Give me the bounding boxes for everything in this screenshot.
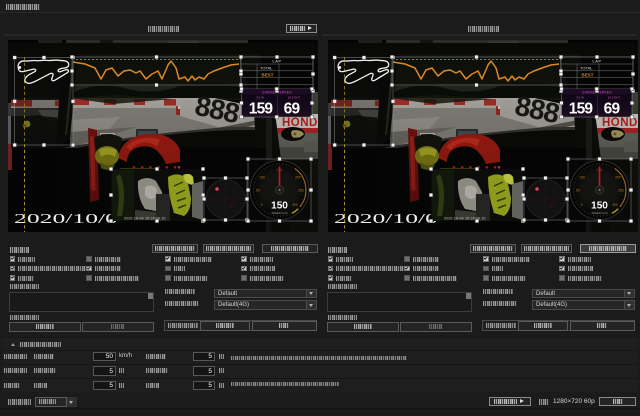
svg-text:50: 50 xyxy=(576,188,580,192)
svg-text:300: 300 xyxy=(612,203,618,207)
svg-text:250: 250 xyxy=(298,188,304,192)
svg-text:100: 100 xyxy=(259,175,265,179)
svg-text:TOTAL: TOTAL xyxy=(580,66,593,71)
svg-text:SPEED km/h: SPEED km/h xyxy=(271,211,288,215)
svg-text:2020/10/0: 2020/10/0 xyxy=(14,211,118,226)
svg-text:1G: 1G xyxy=(549,204,554,208)
svg-text:200: 200 xyxy=(615,175,621,179)
svg-text:3.5 IN: 3.5 IN xyxy=(256,96,263,100)
svg-text:BEST: BEST xyxy=(262,73,274,78)
svg-text:10.5 OUT: 10.5 OUT xyxy=(288,96,300,100)
svg-text:159: 159 xyxy=(249,101,274,118)
svg-text:10.5 OUT: 10.5 OUT xyxy=(608,96,620,100)
svg-text:1G: 1G xyxy=(229,204,234,208)
svg-text:2020/10/0: 2020/10/0 xyxy=(334,211,438,226)
svg-text:LAP: LAP xyxy=(272,59,281,64)
svg-text:3.5 IN: 3.5 IN xyxy=(576,96,583,100)
svg-text:2020-10-04 15:39:08.30: 2020-10-04 15:39:08.30 xyxy=(124,217,166,221)
svg-text:TOTAL: TOTAL xyxy=(260,66,273,71)
svg-text:LAP: LAP xyxy=(592,59,601,64)
svg-text:69: 69 xyxy=(284,101,301,118)
svg-text:200: 200 xyxy=(295,175,301,179)
svg-text:159: 159 xyxy=(569,101,594,118)
svg-text:69: 69 xyxy=(604,101,621,118)
svg-text:2020-10-04 15:39:08.30: 2020-10-04 15:39:08.30 xyxy=(444,217,486,221)
svg-text:300: 300 xyxy=(292,203,298,207)
svg-text:0: 0 xyxy=(261,203,263,207)
svg-text:0: 0 xyxy=(581,203,583,207)
svg-text:100: 100 xyxy=(579,175,585,179)
svg-text:250: 250 xyxy=(618,188,624,192)
svg-text:SPEED km/h: SPEED km/h xyxy=(591,211,608,215)
svg-text:BEST: BEST xyxy=(582,73,594,78)
svg-text:50: 50 xyxy=(256,188,260,192)
